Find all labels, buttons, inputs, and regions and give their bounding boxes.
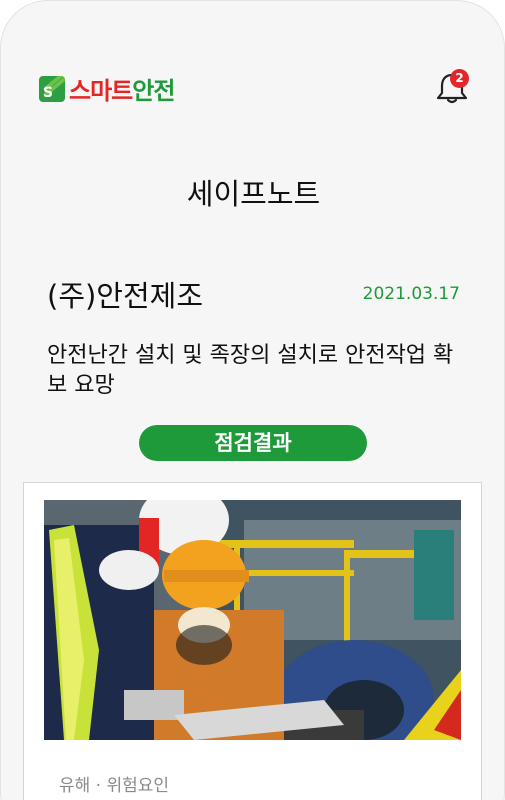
inspection-result-button[interactable]: 점검결과 bbox=[139, 425, 367, 461]
company-name: (주)안전제조 bbox=[47, 279, 204, 313]
screen: S 스마트안전 2 세이프노트 (주)안전제조 2021.03.17 안전난간 … bbox=[0, 0, 505, 800]
inspection-photo[interactable] bbox=[44, 500, 461, 740]
logo-text: 스마트안전 bbox=[69, 77, 175, 105]
logo-mark-icon: S bbox=[39, 75, 65, 102]
note-date: 2021.03.17 bbox=[362, 284, 460, 304]
app-logo[interactable]: S 스마트안전 bbox=[39, 71, 175, 106]
hazard-category-label: 유해 · 위험요인 bbox=[59, 776, 170, 796]
page-title: 세이프노트 bbox=[186, 177, 321, 211]
hazard-card[interactable]: 유해 · 위험요인 bbox=[23, 482, 482, 800]
phone-frame: S 스마트안전 2 세이프노트 (주)안전제조 2021.03.17 안전난간 … bbox=[0, 0, 505, 800]
note-description: 안전난간 설치 및 족장의 설치로 안전작업 확보 요망 bbox=[47, 343, 454, 398]
notification-badge: 2 bbox=[450, 69, 469, 88]
